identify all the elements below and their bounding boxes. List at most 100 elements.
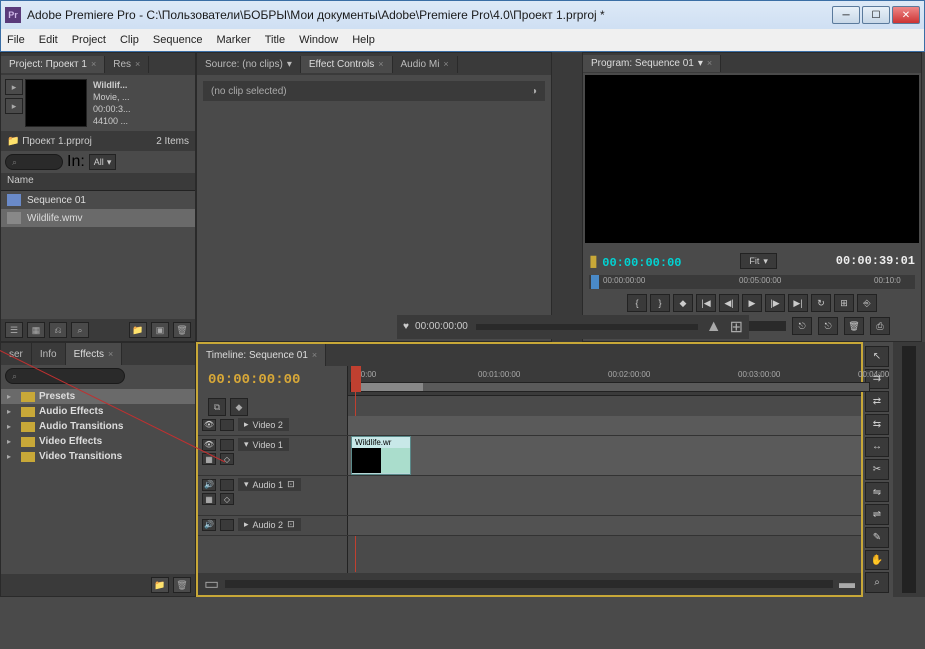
source-zoom-slider[interactable] [476, 324, 698, 330]
tab-browser[interactable]: ser [1, 343, 32, 365]
track-lane-v1[interactable]: Wildlife.wr [348, 436, 861, 475]
step-fwd-button[interactable]: |▶ [765, 294, 785, 312]
tab-source[interactable]: Source: (no clips) ▾ [197, 56, 301, 73]
folder-presets[interactable]: ▸Presets [1, 389, 195, 404]
menu-file[interactable]: File [7, 34, 25, 46]
marker-button[interactable]: ◆ [230, 398, 248, 416]
lock-icon[interactable] [220, 519, 234, 531]
tab-timeline[interactable]: Timeline: Sequence 01 × [198, 344, 326, 366]
track-header-v1[interactable]: 👁▾ Video 1 ▦◇ [198, 436, 348, 475]
menu-edit[interactable]: Edit [39, 34, 58, 46]
keyframe-button[interactable]: ◇ [220, 493, 234, 505]
output-button[interactable]: ⎆ [857, 294, 877, 312]
track-lane-a1[interactable] [348, 476, 861, 515]
track-lane-v2[interactable] [348, 416, 861, 435]
new-bin-effects-button[interactable]: 📁 [151, 577, 169, 593]
selection-tool[interactable]: ↖ [865, 346, 889, 367]
automate-button[interactable]: ⎌ [49, 322, 67, 338]
folder-audio-effects[interactable]: ▸Audio Effects [1, 404, 195, 419]
zoom-in-icon[interactable]: ▬ [839, 575, 855, 593]
set-marker-button[interactable]: ◆ [673, 294, 693, 312]
minimize-button[interactable]: ─ [832, 6, 860, 24]
maximize-button[interactable]: ☐ [862, 6, 890, 24]
menu-clip[interactable]: Clip [120, 34, 139, 46]
folder-audio-transitions[interactable]: ▸Audio Transitions [1, 419, 195, 434]
zoom-slider[interactable] [225, 580, 833, 588]
speaker-icon[interactable]: 🔊 [202, 519, 216, 531]
rolling-edit-tool[interactable]: ⇆ [865, 414, 889, 435]
column-name[interactable]: Name [1, 173, 195, 191]
tab-resource[interactable]: Res× [105, 56, 149, 73]
menu-project[interactable]: Project [72, 34, 106, 46]
delete-effects-button[interactable]: 🗑 [173, 577, 191, 593]
find-button[interactable]: ⌕ [71, 322, 89, 338]
track-header-v2[interactable]: 👁▸ Video 2 [198, 416, 348, 435]
program-out-timecode[interactable]: 00:00:39:01 [836, 254, 915, 268]
effects-search-input[interactable] [5, 368, 125, 384]
timeline-timecode[interactable]: 00:00:00:00 [198, 366, 347, 394]
eye-icon[interactable]: 👁 [202, 439, 216, 451]
icon-view-button[interactable]: ▦ [27, 322, 45, 338]
mark-in-button[interactable]: { [627, 294, 647, 312]
menu-marker[interactable]: Marker [216, 34, 250, 46]
lock-icon[interactable] [220, 439, 234, 451]
close-button[interactable]: ✕ [892, 6, 920, 24]
track-lane-a2[interactable] [348, 516, 861, 535]
filter-dropdown[interactable]: All ▾ [89, 154, 117, 170]
zoom-tool[interactable]: ⌕ [865, 572, 889, 593]
slide-tool[interactable]: ⇌ [865, 504, 889, 525]
list-view-button[interactable]: ☰ [5, 322, 23, 338]
trash-button[interactable]: 🗑 [844, 317, 864, 335]
tab-effect-controls[interactable]: Effect Controls× [301, 56, 393, 73]
play-thumb-button[interactable]: ▸ [5, 98, 23, 114]
keyframe-button[interactable]: ◇ [220, 453, 234, 465]
program-viewport[interactable] [585, 75, 919, 243]
display-mode-button[interactable]: ▦ [202, 493, 216, 505]
lock-icon[interactable] [220, 479, 234, 491]
play-button[interactable]: ▶ [742, 294, 762, 312]
razor-tool[interactable]: ✂ [865, 459, 889, 480]
ripple-edit-tool[interactable]: ⇄ [865, 391, 889, 412]
delete-button[interactable]: 🗑 [173, 322, 191, 338]
asset-sequence[interactable]: Sequence 01 [1, 191, 195, 209]
extract-button[interactable]: ⎋ [818, 317, 838, 335]
new-bin-button[interactable]: 📁 [129, 322, 147, 338]
options-icon[interactable]: ▲ [706, 318, 722, 336]
safe-margins-button[interactable]: ⊞ [834, 294, 854, 312]
folder-video-effects[interactable]: ▸Video Effects [1, 434, 195, 449]
timeline-ruler[interactable]: :00:00 00:01:00:00 00:02:00:00 00:03:00:… [348, 366, 861, 396]
program-ruler[interactable]: 00:00:00:00 00:05:00:00 00:10:0 [589, 275, 915, 289]
tab-audio-mixer[interactable]: Audio Mi× [393, 56, 458, 73]
tab-effects[interactable]: Effects × [66, 343, 123, 365]
menu-window[interactable]: Window [299, 34, 338, 46]
mark-out-button[interactable]: } [650, 294, 670, 312]
collapse-icon[interactable]: ⊞ [730, 317, 743, 337]
menu-title[interactable]: Title [265, 34, 285, 46]
tab-program[interactable]: Program: Sequence 01 ▾ × [583, 55, 721, 72]
zoom-dropdown[interactable]: Fit ▾ [740, 253, 777, 269]
zoom-out-icon[interactable]: ▭ [204, 574, 219, 594]
menu-help[interactable]: Help [352, 34, 375, 46]
tab-info[interactable]: Info [32, 343, 66, 365]
new-item-button[interactable]: ▣ [151, 322, 169, 338]
track-header-a2[interactable]: 🔊▸ Audio 2 ⊡ [198, 516, 348, 535]
menu-sequence[interactable]: Sequence [153, 34, 203, 46]
search-input[interactable] [5, 154, 63, 170]
goto-in-button[interactable]: |◀ [696, 294, 716, 312]
lift-button[interactable]: ⎋ [792, 317, 812, 335]
snap-button[interactable]: ⧉ [208, 398, 226, 416]
clip-wildlife[interactable]: Wildlife.wr [351, 436, 411, 475]
tab-project[interactable]: Project: Проект 1× [1, 56, 105, 73]
step-back-button[interactable]: ◀| [719, 294, 739, 312]
program-in-timecode[interactable]: ▮ 00:00:00:00 [589, 251, 681, 271]
rate-stretch-tool[interactable]: ↔ [865, 437, 889, 458]
panel-menu-icon[interactable]: ◑ [531, 86, 537, 97]
lock-icon[interactable] [220, 419, 234, 431]
eye-icon[interactable]: 👁 [202, 419, 216, 431]
folder-video-transitions[interactable]: ▸Video Transitions [1, 449, 195, 464]
track-header-a1[interactable]: 🔊▾ Audio 1 ⊡ ▦◇ [198, 476, 348, 515]
display-mode-button[interactable]: ▦ [202, 453, 216, 465]
export-frame-button[interactable]: ⎙ [870, 317, 890, 335]
slip-tool[interactable]: ⇋ [865, 482, 889, 503]
source-timecode[interactable]: ♥ 00:00:00:00 [403, 321, 468, 333]
